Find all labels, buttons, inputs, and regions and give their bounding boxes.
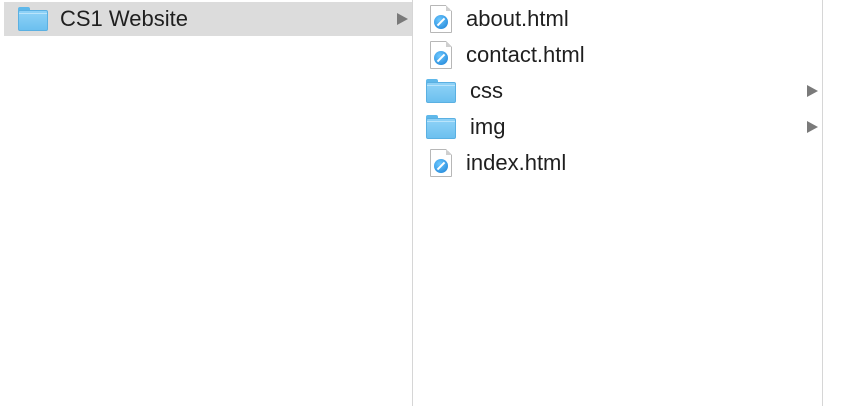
- list-item-index-html[interactable]: index.html: [413, 145, 822, 181]
- item-label: index.html: [466, 150, 567, 175]
- list-item-css-folder[interactable]: css: [413, 73, 822, 109]
- finder-column-view: CS1 Website about.html contact.html css: [0, 0, 848, 406]
- item-label: about.html: [466, 6, 569, 31]
- disclosure-triangle-right-icon: [807, 85, 818, 97]
- item-label: CS1 Website: [60, 6, 188, 31]
- browser-column-3[interactable]: [823, 0, 848, 406]
- safari-html-document-icon: [430, 41, 452, 69]
- list-item-about-html[interactable]: about.html: [413, 1, 822, 37]
- folder-icon: [18, 7, 48, 31]
- folder-icon: [426, 115, 456, 139]
- item-label: contact.html: [466, 42, 585, 67]
- safari-html-document-icon: [430, 149, 452, 177]
- item-label: css: [470, 78, 503, 103]
- disclosure-triangle-right-icon: [397, 13, 408, 25]
- folder-icon: [426, 79, 456, 103]
- list-item-cs1-website[interactable]: CS1 Website: [4, 2, 412, 36]
- browser-column-2[interactable]: about.html contact.html css img index.ht…: [413, 0, 822, 406]
- list-item-contact-html[interactable]: contact.html: [413, 37, 822, 73]
- item-label: img: [470, 114, 506, 139]
- safari-html-document-icon: [430, 5, 452, 33]
- disclosure-triangle-right-icon: [807, 121, 818, 133]
- browser-column-1[interactable]: CS1 Website: [0, 0, 412, 406]
- list-item-img-folder[interactable]: img: [413, 109, 822, 145]
